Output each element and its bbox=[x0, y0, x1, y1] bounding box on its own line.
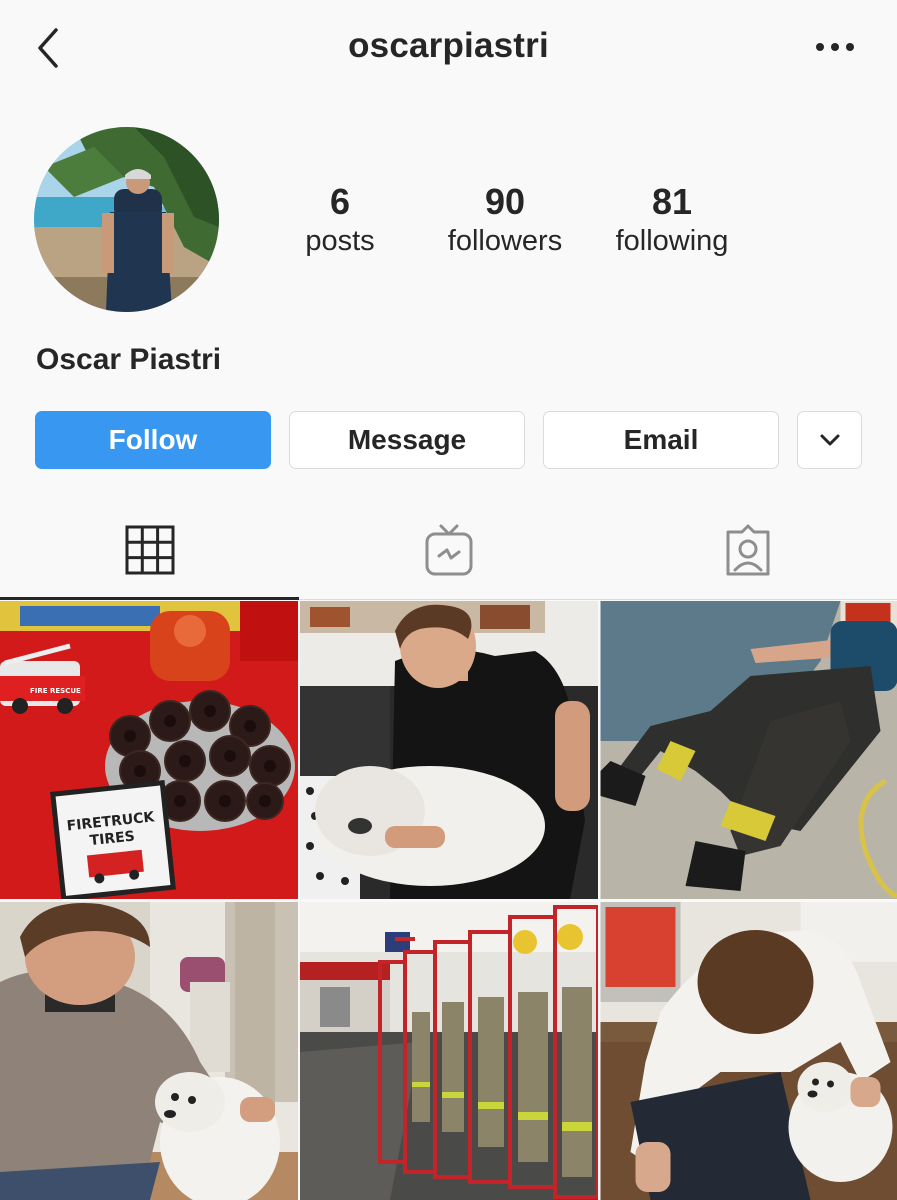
grid-icon bbox=[125, 525, 174, 575]
post-thumbnail[interactable] bbox=[0, 902, 298, 1200]
profile-avatar[interactable] bbox=[34, 127, 219, 312]
tab-posts-grid[interactable] bbox=[0, 500, 299, 600]
following-count-value: 81 bbox=[651, 181, 693, 222]
post-image-couch-dog bbox=[300, 601, 598, 899]
following-count-label: following bbox=[615, 225, 729, 257]
suggested-accounts-button[interactable] bbox=[797, 411, 862, 469]
igtv-icon bbox=[425, 524, 472, 576]
message-button[interactable]: Message bbox=[289, 411, 525, 469]
email-button[interactable]: Email bbox=[543, 411, 779, 469]
more-options-button[interactable] bbox=[812, 30, 858, 64]
post-thumbnail[interactable]: FIRE RESCUE FIRETRUCK TIRES bbox=[0, 601, 298, 899]
posts-count-value: 6 bbox=[329, 181, 351, 222]
post-image-hoodie-dog bbox=[600, 902, 897, 1200]
avatar-image bbox=[34, 127, 219, 312]
post-thumbnail[interactable] bbox=[300, 601, 598, 899]
post-image-fire-station bbox=[300, 902, 598, 1200]
active-tab-indicator bbox=[0, 597, 299, 600]
tagged-icon bbox=[726, 524, 769, 576]
toy-truck-label: FIRE RESCUE bbox=[30, 687, 81, 695]
followers-count-value: 90 bbox=[484, 181, 526, 222]
profile-tabs bbox=[0, 500, 897, 600]
more-horizontal-icon bbox=[816, 43, 854, 51]
post-image-sweater-dog bbox=[0, 902, 298, 1200]
post-thumbnail[interactable] bbox=[600, 601, 897, 899]
post-thumbnail[interactable] bbox=[300, 902, 598, 1200]
post-image-donuts: FIRE RESCUE FIRETRUCK TIRES bbox=[0, 601, 298, 899]
posts-count: 6 posts bbox=[280, 180, 400, 258]
post-thumbnail[interactable] bbox=[600, 902, 897, 1200]
following-count[interactable]: 81 following bbox=[597, 180, 747, 258]
followers-count[interactable]: 90 followers bbox=[430, 180, 580, 258]
posts-count-label: posts bbox=[305, 225, 375, 257]
post-image-firefighter-gear bbox=[600, 601, 897, 899]
tab-tagged[interactable] bbox=[598, 500, 897, 600]
chevron-down-icon bbox=[820, 434, 839, 446]
profile-username: oscarpiastri bbox=[348, 26, 549, 65]
profile-header: oscarpiastri bbox=[0, 0, 897, 100]
posts-grid: FIRE RESCUE FIRETRUCK TIRES bbox=[0, 601, 897, 1200]
tab-igtv[interactable] bbox=[299, 500, 598, 600]
follow-button[interactable]: Follow bbox=[35, 411, 271, 469]
profile-display-name: Oscar Piastri bbox=[36, 343, 222, 376]
followers-count-label: followers bbox=[447, 225, 563, 257]
